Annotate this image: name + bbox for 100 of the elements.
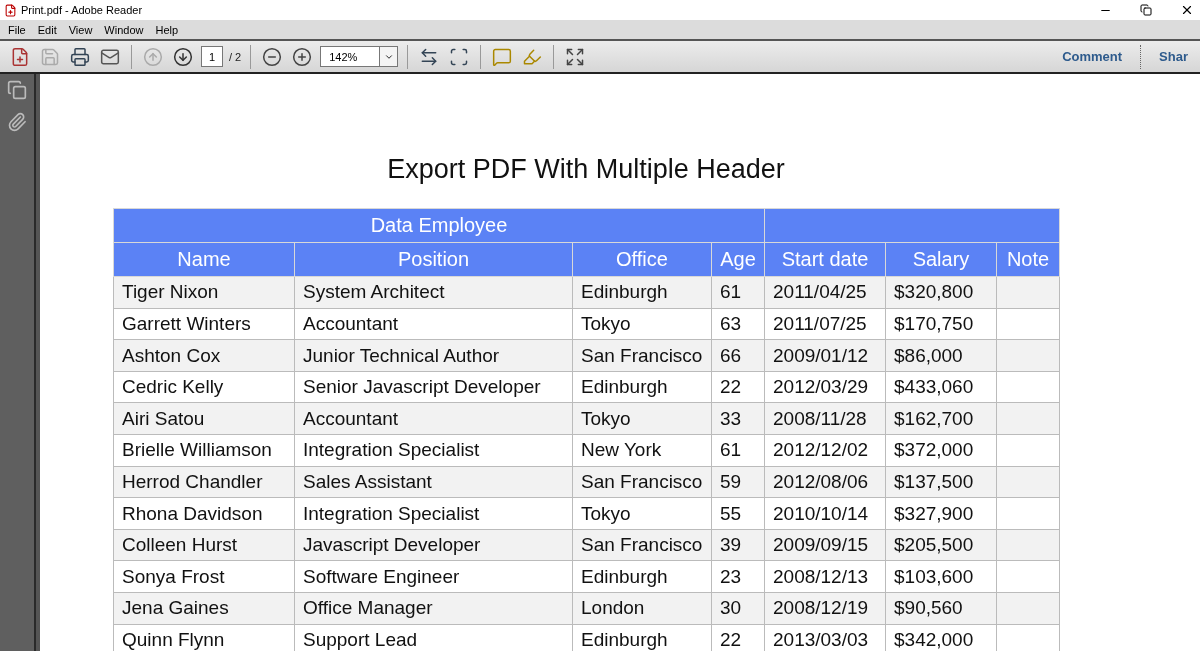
table-cell: Javascript Developer	[294, 529, 573, 561]
page-total: / 2	[229, 50, 242, 63]
table-cell: $103,600	[885, 560, 997, 593]
restore-icon[interactable]	[1140, 4, 1152, 16]
table-cell	[996, 339, 1060, 372]
table-cell: Accountant	[294, 308, 573, 340]
table-cell	[996, 434, 1060, 467]
table-cell: System Architect	[294, 276, 573, 309]
table-cell: Integration Specialist	[294, 497, 573, 530]
table-cell: 2011/04/25	[764, 276, 886, 309]
table-cell: Quinn Flynn	[113, 624, 295, 651]
table-cell: 63	[711, 308, 765, 340]
table-cell: Colleen Hurst	[113, 529, 295, 561]
close-icon[interactable]	[1180, 3, 1194, 17]
table-cell: $327,900	[885, 497, 997, 530]
table-cell: 2008/11/28	[764, 402, 886, 435]
table-cell: 61	[711, 276, 765, 309]
table-cell: $90,560	[885, 592, 997, 625]
table-cell: Garrett Winters	[113, 308, 295, 340]
table-cell	[996, 466, 1060, 498]
table-cell	[996, 308, 1060, 340]
table-cell: Office Manager	[294, 592, 573, 625]
table-cell: 30	[711, 592, 765, 625]
table-cell: 2012/03/29	[764, 371, 886, 403]
table-cell: 2012/12/02	[764, 434, 886, 467]
table-cell: London	[572, 592, 712, 625]
table-cell: Support Lead	[294, 624, 573, 651]
column-header: Age	[711, 242, 765, 277]
table-cell: 2008/12/19	[764, 592, 886, 625]
table-cell: San Francisco	[572, 529, 712, 561]
table-cell: Rhona Davidson	[113, 497, 295, 530]
zoom-field[interactable]: 142%	[320, 46, 381, 67]
table-cell: $433,060	[885, 371, 997, 403]
table-cell	[996, 529, 1060, 561]
table-cell: $205,500	[885, 529, 997, 561]
paperclip-icon[interactable]	[7, 112, 27, 132]
table-cell: 39	[711, 529, 765, 561]
table-cell: $342,000	[885, 624, 997, 651]
table-cell	[996, 371, 1060, 403]
pane-link[interactable]: Comment	[1050, 49, 1135, 64]
table-cell: Brielle Williamson	[113, 434, 295, 467]
table-cell	[996, 402, 1060, 435]
pdf-file-icon	[4, 3, 17, 17]
table-cell: $372,000	[885, 434, 997, 467]
table-cell: 59	[711, 466, 765, 498]
table-cell: Airi Satou	[113, 402, 295, 435]
menu-item[interactable]: Edit	[31, 23, 63, 36]
zoom-dropdown-button[interactable]	[380, 46, 399, 67]
table-cell: 2009/09/15	[764, 529, 886, 561]
table-cell: $86,000	[885, 339, 997, 372]
table-cell: Software Engineer	[294, 560, 573, 593]
table-cell: San Francisco	[572, 466, 712, 498]
table-cell: $170,750	[885, 308, 997, 340]
table-cell: Tiger Nixon	[113, 276, 295, 309]
table-cell: Jena Gaines	[113, 592, 295, 625]
table-cell: Ashton Cox	[113, 339, 295, 372]
table-cell	[996, 560, 1060, 593]
table-cell: San Francisco	[572, 339, 712, 372]
table-cell	[996, 497, 1060, 530]
table-cell: Edinburgh	[572, 276, 712, 309]
column-header: Start date	[764, 242, 886, 277]
table-cell: Tokyo	[572, 308, 712, 340]
table-cell	[996, 592, 1060, 625]
menu-item[interactable]: File	[2, 23, 32, 36]
window-title: Print.pdf - Adobe Reader	[21, 4, 144, 16]
table-cell: 55	[711, 497, 765, 530]
table-cell: Integration Specialist	[294, 434, 573, 467]
column-header: Salary	[885, 242, 997, 277]
table-cell: Sonya Frost	[113, 560, 295, 593]
table-cell: Herrod Chandler	[113, 466, 295, 498]
table-cell: Edinburgh	[572, 624, 712, 651]
menu-item[interactable]: Window	[98, 23, 150, 36]
table-cell: 66	[711, 339, 765, 372]
pages-icon[interactable]	[7, 80, 27, 100]
column-header: Office	[572, 242, 712, 277]
document-title: Export PDF With Multiple Header	[386, 153, 786, 186]
table-cell: 2011/07/25	[764, 308, 886, 340]
table-cell: 61	[711, 434, 765, 467]
table-cell: 23	[711, 560, 765, 593]
table-cell: Junior Technical Author	[294, 339, 573, 372]
table-cell: 2010/10/14	[764, 497, 886, 530]
table-cell: New York	[572, 434, 712, 467]
page-number-field[interactable]: 1	[201, 46, 223, 67]
pane-link[interactable]: Shar	[1147, 49, 1200, 64]
table-cell: $320,800	[885, 276, 997, 309]
table-cell: 2013/03/03	[764, 624, 886, 651]
column-header: Name	[113, 242, 295, 277]
table-cell: Edinburgh	[572, 371, 712, 403]
table-cell: Accountant	[294, 402, 573, 435]
table-cell: $162,700	[885, 402, 997, 435]
table-cell: Senior Javascript Developer	[294, 371, 573, 403]
table-cell: 2008/12/13	[764, 560, 886, 593]
menu-item[interactable]: Help	[149, 23, 185, 36]
table-cell: Edinburgh	[572, 560, 712, 593]
menu-item[interactable]: View	[62, 23, 99, 36]
table-cell: 2012/08/06	[764, 466, 886, 498]
table-cell: Tokyo	[572, 402, 712, 435]
table-cell: Sales Assistant	[294, 466, 573, 498]
table-cell: 2009/01/12	[764, 339, 886, 372]
table-cell: 33	[711, 402, 765, 435]
